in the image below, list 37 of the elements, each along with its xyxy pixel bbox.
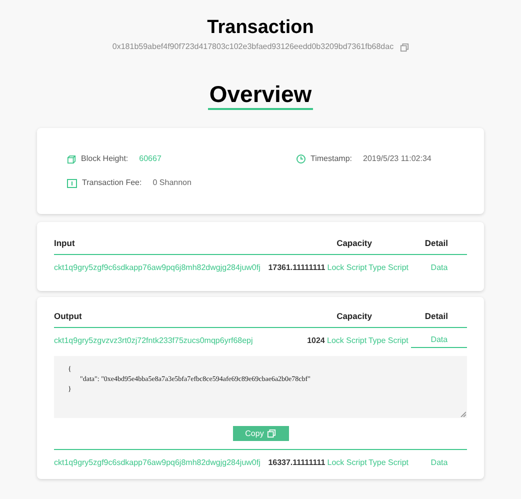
page-title: Transaction [207, 16, 314, 40]
cube-icon [67, 154, 76, 164]
resize-handle-icon[interactable] [460, 411, 466, 417]
detail-tab[interactable]: Data [411, 456, 468, 468]
clock-icon [296, 154, 306, 164]
capacity-value: 16337.11111111 [267, 456, 326, 468]
column-header: Detail [424, 310, 448, 322]
capacity-value: 17361.11111111 [267, 262, 326, 274]
detail-tab[interactable]: Lock Script [324, 335, 367, 347]
copy-icon[interactable] [400, 42, 409, 52]
block-height-link[interactable]: 60667 [139, 153, 162, 165]
column-header: Capacity [336, 236, 373, 250]
detail-tab[interactable]: Lock Script [325, 262, 367, 274]
field-label: Transaction Fee: [82, 177, 142, 189]
column-header: Output [54, 310, 83, 322]
column-header: Detail [424, 236, 448, 250]
column-header: Input [54, 236, 76, 250]
detail-tab[interactable]: Type Script [366, 335, 408, 347]
section-title: Overview [208, 81, 313, 110]
field-value: 2019/5/23 11:02:34 [363, 153, 432, 165]
detail-tab[interactable]: Data [411, 262, 468, 274]
address-link[interactable]: ckt1q9gry5zgf9c6sdkapp76aw9pq6j8mh82dwgjg284juw0fj [54, 456, 260, 468]
field-value: 0 Shannon [152, 177, 192, 189]
column-header: Capacity [336, 310, 373, 322]
address-link[interactable]: ckt1q9gry5zgvzvz3rt0zj72fntk233f75zucs0mqp6yrf68epj [54, 335, 260, 347]
copy-button[interactable]: Copy [232, 426, 288, 441]
detail-tab[interactable]: Type Script [366, 456, 408, 468]
address-link[interactable]: ckt1q9gry5zgf9c6sdkapp76aw9pq6j8mh82dwgjg284juw0fj [54, 262, 260, 274]
capacity-value: 1024 [306, 335, 325, 347]
detail-tab[interactable]: Type Script [366, 262, 408, 274]
detail-tab[interactable]: Data [411, 334, 467, 348]
field-label: Timestamp: [310, 153, 352, 165]
field-label: Block Height: [81, 153, 128, 165]
detail-tab[interactable]: Lock Script [325, 456, 367, 468]
copy-icon [266, 429, 276, 438]
receipt-icon [67, 178, 77, 188]
transaction-hash: 0x181b59abef4f90f723d417803c102e3bfaed93126eedd0b3209bd7361fb68dac [112, 41, 394, 53]
